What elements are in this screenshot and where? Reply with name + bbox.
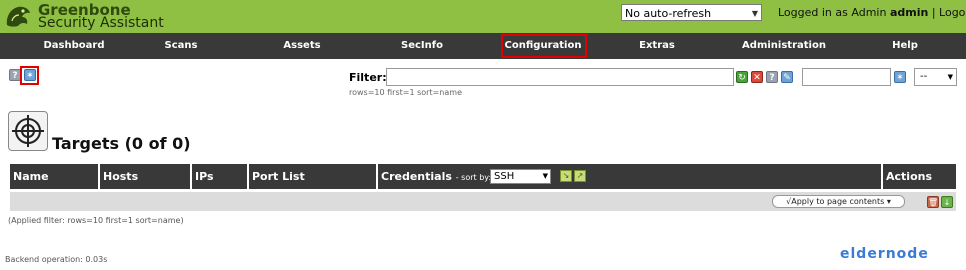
separator: |	[931, 6, 936, 19]
filter-name-input[interactable]	[802, 68, 891, 86]
filter-help-icon[interactable]: ?	[766, 71, 778, 83]
user-role: Admin	[851, 6, 887, 19]
column-header-port-list[interactable]: Port List	[249, 164, 376, 189]
trash-icon[interactable]: 🗑	[927, 196, 939, 208]
nav-scans[interactable]: Scans	[131, 33, 231, 59]
applied-filter-text: (Applied filter: rows=10 first=1 sort=na…	[8, 216, 184, 225]
new-target-highlight-box	[20, 66, 39, 85]
nav-help[interactable]: Help	[855, 33, 955, 59]
apply-to-select[interactable]: √Apply to page contents ▾	[772, 195, 905, 208]
nav-extras[interactable]: Extras	[607, 33, 707, 59]
edit-filter-icon[interactable]: ✎	[781, 71, 793, 83]
chevron-down-icon: ▼	[751, 9, 758, 18]
column-header-actions: Actions	[886, 170, 932, 183]
username-link[interactable]: admin	[890, 6, 928, 19]
logged-in-label: Logged in as	[778, 6, 848, 19]
column-header-hosts[interactable]: Hosts	[100, 164, 190, 189]
watermark-logo: eldernode	[840, 246, 929, 262]
column-header-name[interactable]: Name	[10, 164, 98, 189]
apply-to-value: √Apply to page contents	[786, 197, 885, 206]
nav-administration[interactable]: Administration	[734, 33, 834, 59]
new-filter-icon[interactable]: ✶	[894, 71, 906, 83]
targets-table-header: Name Hosts IPs Port List Credentials - s…	[10, 164, 956, 189]
configuration-highlight-box	[501, 34, 587, 58]
brand-subtitle: Security Assistant	[38, 15, 164, 31]
header-bar: Greenbone Security Assistant No auto-ref…	[0, 0, 966, 33]
sort-by-label: - sort by:	[455, 173, 492, 182]
page-title: Targets (0 of 0)	[52, 134, 191, 153]
target-crosshair-icon	[8, 111, 48, 151]
main-nav: Dashboard Scans Assets SecInfo Configura…	[0, 33, 966, 59]
nav-dashboard[interactable]: Dashboard	[24, 33, 124, 59]
auto-refresh-select[interactable]: No auto-refresh ▼	[621, 4, 762, 21]
credentials-label: Credentials	[381, 170, 452, 183]
column-header-ips[interactable]: IPs	[192, 164, 247, 189]
logout-link[interactable]: Logout	[939, 6, 966, 19]
sort-ascending-icon[interactable]: ↘	[560, 170, 572, 182]
user-info: Logged in as Admin admin | Logout	[778, 6, 966, 19]
filter-description: rows=10 first=1 sort=name	[349, 88, 462, 97]
chevron-down-icon: ▼	[947, 73, 953, 81]
saved-filter-select[interactable]: -- ▼	[914, 68, 957, 86]
credentials-sort-select[interactable]: SSH ▼	[490, 169, 551, 184]
reset-filter-icon[interactable]: ✕	[751, 71, 763, 83]
sort-select-value: SSH	[494, 171, 515, 182]
refresh-filter-icon[interactable]: ↻	[736, 71, 748, 83]
auto-refresh-value: No auto-refresh	[625, 7, 712, 20]
backend-operation-text: Backend operation: 0.03s	[5, 255, 108, 264]
nav-assets[interactable]: Assets	[252, 33, 352, 59]
saved-filter-value: --	[920, 71, 928, 82]
sort-descending-icon[interactable]: ↗	[574, 170, 586, 182]
chevron-down-icon: ▼	[542, 172, 548, 180]
nav-secinfo[interactable]: SecInfo	[372, 33, 472, 59]
filter-label: Filter:	[349, 71, 387, 84]
greenbone-logo-icon	[6, 6, 31, 27]
export-icon[interactable]: ↓	[941, 196, 953, 208]
filter-input[interactable]	[386, 68, 734, 86]
